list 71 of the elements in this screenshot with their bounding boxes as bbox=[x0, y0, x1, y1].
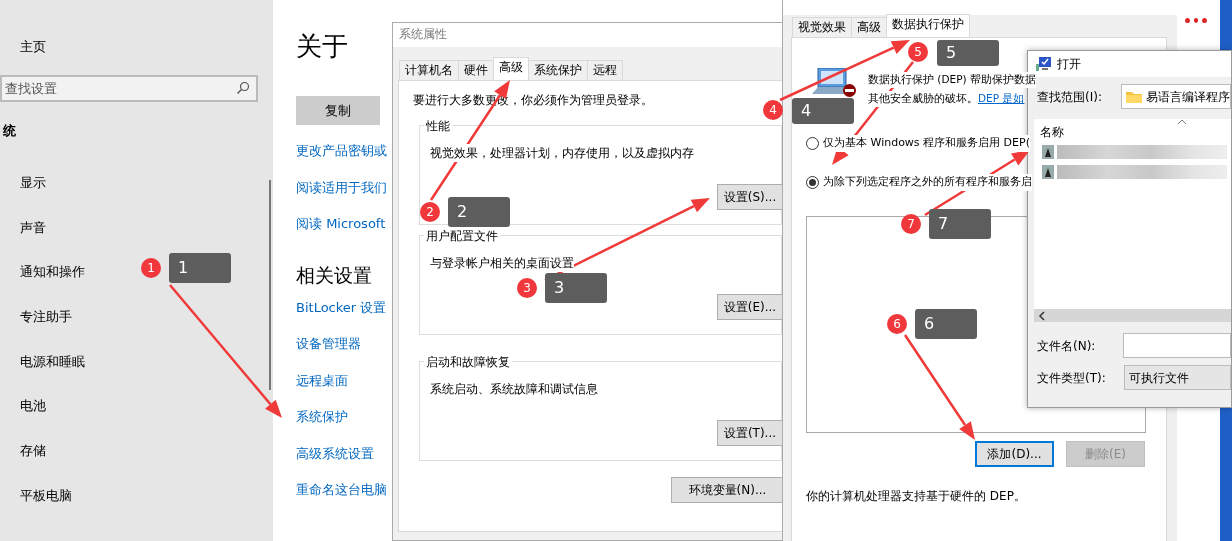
description-text: 与登录帐户相关的桌面设置 bbox=[430, 254, 574, 272]
window-title: 系统属性 bbox=[393, 23, 783, 47]
nav-item[interactable]: 通知和操作 bbox=[20, 250, 85, 296]
tab[interactable]: 高级 bbox=[493, 57, 529, 80]
step-label: 4 bbox=[792, 98, 854, 124]
description-text: 数据执行保护 (DEP) 帮助保护数据 bbox=[868, 72, 1036, 88]
link[interactable]: 设备管理器 bbox=[296, 336, 361, 351]
radio-button[interactable] bbox=[806, 137, 819, 150]
computer-icon bbox=[1036, 56, 1052, 72]
group-title: 用户配置文件 bbox=[424, 227, 500, 245]
description-text: 视觉效果，处理器计划，内存使用，以及虚拟内存 bbox=[430, 144, 694, 162]
dep-icon bbox=[812, 68, 856, 97]
link[interactable]: DEP 是如 bbox=[978, 90, 1025, 107]
search-icon bbox=[236, 81, 250, 95]
location-dropdown[interactable]: 易语言编译程序 bbox=[1121, 84, 1231, 109]
nav-item[interactable]: 显示 bbox=[20, 161, 46, 206]
search-field[interactable]: 查找设置 bbox=[0, 75, 258, 102]
link[interactable]: BitLocker 设置 bbox=[296, 299, 387, 315]
link[interactable]: 重命名这台电脑 bbox=[296, 482, 387, 497]
nav-item[interactable]: 专注助手 bbox=[20, 295, 72, 340]
tab[interactable]: 远程 bbox=[587, 60, 623, 80]
tab[interactable]: 计算机名 bbox=[399, 60, 459, 80]
option-label: 为除下列选定程序之外的所有程序和服务启 bbox=[823, 174, 1032, 191]
step-label: 3 bbox=[545, 273, 607, 303]
description-text: 系统启动、系统故障和调试信息 bbox=[430, 380, 598, 398]
step-label: 2 bbox=[448, 197, 510, 227]
scrollbar[interactable] bbox=[1034, 309, 1231, 322]
file-name-field[interactable] bbox=[1123, 333, 1231, 358]
option-label: 仅为基本 Windows 程序和服务启用 DEP( bbox=[823, 135, 1030, 152]
sort-caret-icon bbox=[1177, 119, 1187, 125]
link[interactable]: 阅读适用于我们 bbox=[296, 179, 387, 195]
step-label: 1 bbox=[169, 253, 231, 283]
folder-icon bbox=[1126, 90, 1142, 103]
tab[interactable]: 视觉效果 bbox=[792, 17, 852, 37]
section-heading: 相关设置 bbox=[296, 262, 372, 288]
nav-item[interactable]: 存储 bbox=[20, 429, 46, 474]
nav-item[interactable]: 平板电脑 bbox=[20, 473, 72, 519]
nav-item[interactable]: 电池 bbox=[20, 384, 46, 430]
file-icon bbox=[1042, 145, 1054, 159]
file-type-dropdown[interactable]: 可执行文件 bbox=[1123, 365, 1231, 390]
step-label: 5 bbox=[937, 40, 999, 66]
settings-button[interactable]: 设置(T)... bbox=[717, 420, 783, 446]
settings-button[interactable]: 设置(E)... bbox=[717, 294, 783, 320]
link[interactable]: 更改产品密钥或 bbox=[296, 143, 387, 158]
step-label: 7 bbox=[929, 209, 991, 239]
environment-button[interactable]: 环境变量(N)... bbox=[671, 477, 784, 503]
status-text: 你的计算机处理器支持基于硬件的 DEP。 bbox=[806, 488, 1027, 505]
link[interactable]: 系统保护 bbox=[296, 409, 348, 424]
radio-button[interactable] bbox=[806, 176, 819, 189]
copy-button[interactable]: 复制 bbox=[296, 96, 380, 125]
step-label: 6 bbox=[915, 309, 977, 339]
link[interactable]: 高级系统设置 bbox=[296, 445, 374, 461]
nav-item[interactable]: 电源和睡眠 bbox=[20, 339, 85, 385]
add-button[interactable]: 添加(D)... bbox=[975, 441, 1054, 467]
settings-button[interactable]: 设置(S)... bbox=[717, 184, 783, 210]
nav-item[interactable]: 主页 bbox=[20, 33, 46, 61]
link[interactable]: 远程桌面 bbox=[296, 372, 348, 388]
section-heading: 统 bbox=[2, 122, 16, 140]
file-icon bbox=[1042, 165, 1054, 179]
group-title: 启动和故障恢复 bbox=[424, 353, 512, 371]
field-label: 文件名(N): bbox=[1037, 337, 1097, 355]
field-label: 查找范围(I): bbox=[1037, 88, 1103, 106]
scroll-left-icon bbox=[1038, 310, 1046, 321]
window-title: 打开 bbox=[1057, 56, 1081, 73]
nav-item[interactable]: 声音 bbox=[20, 205, 46, 251]
page-title: 关于 bbox=[296, 30, 348, 63]
link[interactable]: 阅读 Microsoft bbox=[296, 216, 386, 231]
group-title: 性能 bbox=[424, 117, 452, 135]
field-label: 文件类型(T): bbox=[1037, 369, 1107, 387]
column-header: 名称 bbox=[1040, 124, 1064, 141]
tab[interactable]: 数据执行保护 bbox=[886, 14, 970, 37]
